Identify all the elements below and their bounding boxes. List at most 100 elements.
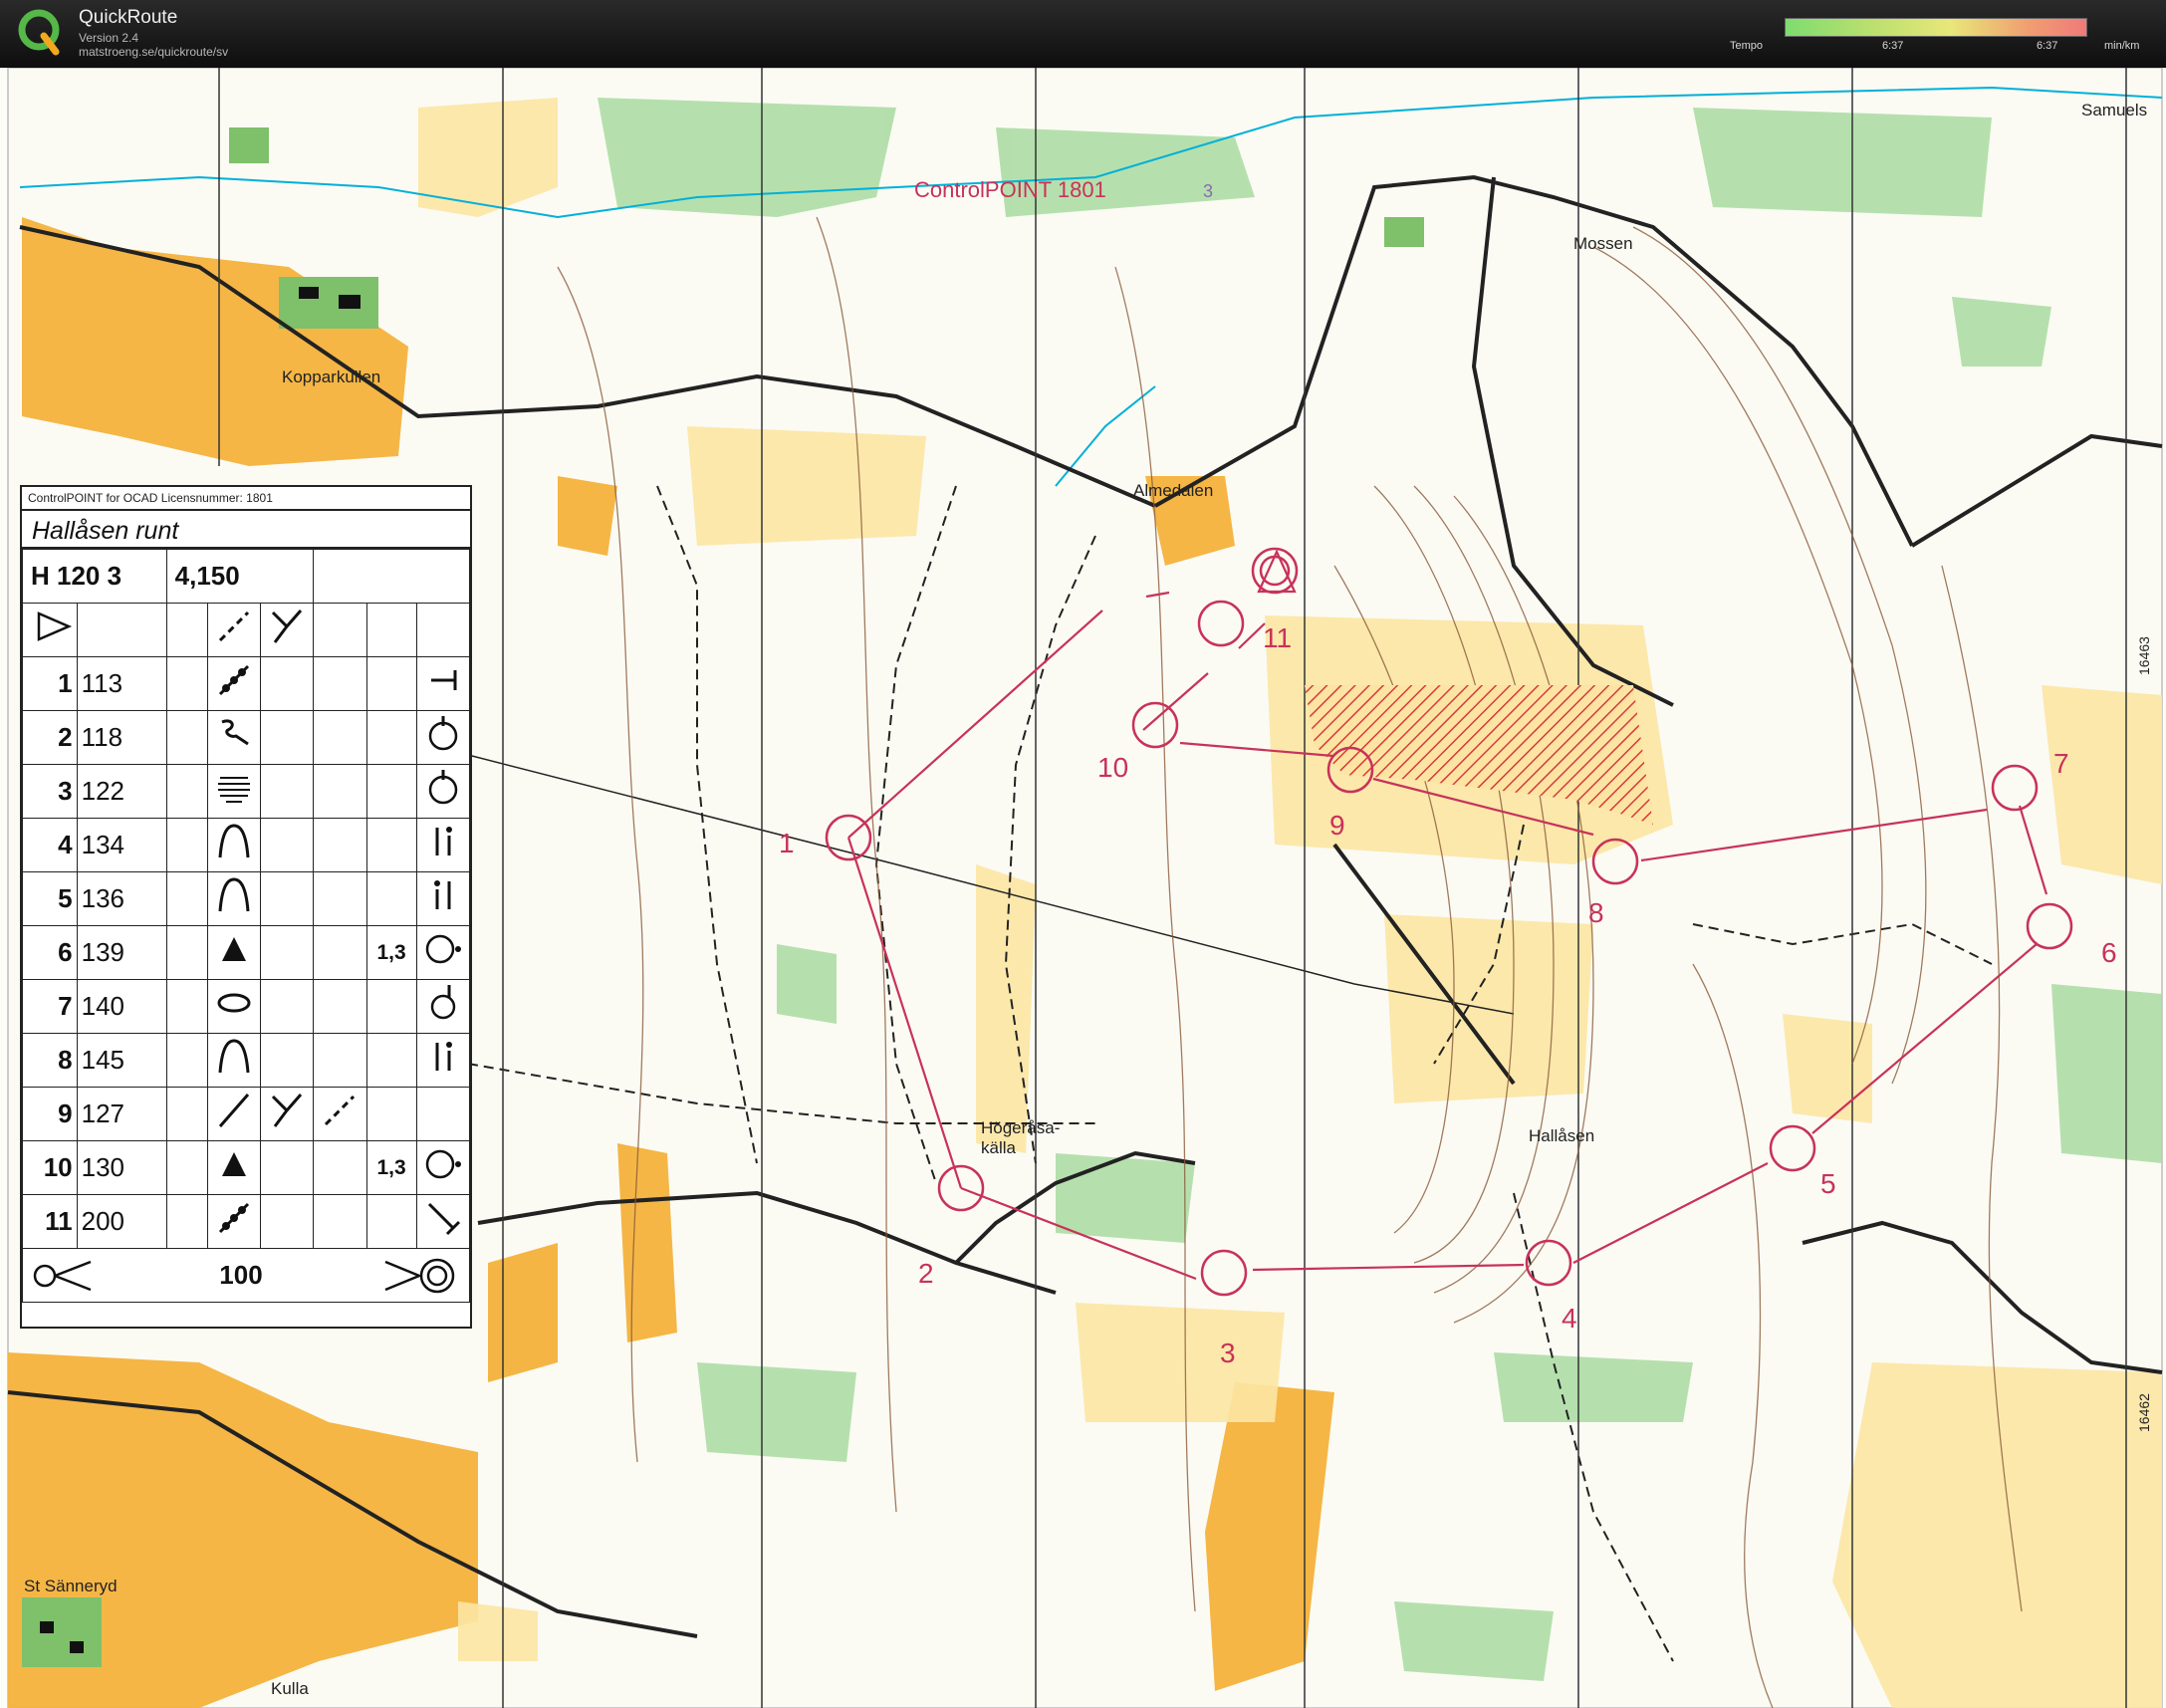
row-code: 127	[76, 1087, 167, 1141]
control-row-9: 9 127	[22, 1087, 471, 1141]
double-bar-icon	[435, 827, 452, 855]
control-row-8: 8 145	[22, 1033, 471, 1088]
row-number: 4	[22, 818, 78, 872]
row-number: 2	[22, 710, 78, 765]
place-hogerasa: Högeråsa-	[981, 1118, 1060, 1137]
row-number: 8	[22, 1033, 78, 1088]
finish-circle-icon	[384, 1258, 455, 1293]
row-code: 134	[76, 818, 167, 872]
finish-distance: 100	[219, 1260, 263, 1290]
control-9-label: 9	[1329, 810, 1345, 841]
finish-row: 100	[22, 1248, 470, 1303]
app-version: Version 2.4	[79, 31, 139, 45]
app-url[interactable]: matstroeng.se/quickroute/sv	[79, 45, 228, 59]
circle-top-icon	[428, 770, 458, 805]
circle-dot-icon	[425, 934, 461, 964]
row-code: 136	[76, 871, 167, 926]
circle-bottom-icon	[430, 985, 456, 1020]
control-row-6: 6 139 1,3	[22, 925, 471, 980]
row-number: 5	[22, 871, 78, 926]
control-5-label: 5	[1820, 1168, 1836, 1199]
row-code: 145	[76, 1033, 167, 1088]
control-row-2: 2 118	[22, 710, 471, 765]
control-11-label: 11	[1263, 622, 1292, 653]
row-number: 10	[22, 1140, 78, 1195]
control-row-4: 4 134	[22, 818, 471, 872]
control-row-3: 3 122	[22, 764, 471, 819]
control-1-label: 1	[779, 828, 795, 858]
dashed-slash-icon	[218, 610, 249, 642]
app-title-bar: QuickRoute Version 2.4 matstroeng.se/qui…	[0, 0, 2166, 68]
place-kalla: källa	[981, 1138, 1017, 1157]
path-fork-icon	[271, 610, 303, 643]
row-code: 113	[76, 656, 167, 711]
double-bar-icon	[435, 1042, 452, 1071]
row-number: 7	[22, 979, 78, 1034]
slash-icon	[218, 1094, 249, 1127]
control-row-1: 1 113	[22, 656, 471, 711]
app-name: QuickRoute	[79, 7, 178, 28]
place-st-sanneryd: St Sänneryd	[24, 1577, 118, 1595]
control-7-label: 7	[2053, 748, 2069, 779]
class-row: H 120 3 4,150	[22, 549, 470, 604]
row-code: 130	[76, 1140, 167, 1195]
place-almedalen: Almedalen	[1133, 481, 1213, 500]
row-code: 118	[76, 710, 167, 765]
place-hallasen: Hallåsen	[1529, 1126, 1594, 1145]
path-fork-icon	[271, 1094, 303, 1127]
triangle-icon	[221, 937, 246, 961]
hill-icon	[218, 1039, 250, 1074]
triangle-icon	[221, 1152, 246, 1176]
circle-top-icon	[428, 716, 458, 751]
stacked-lines-icon	[217, 777, 250, 803]
row-code: 140	[76, 979, 167, 1034]
dashed-slash-icon	[325, 1095, 356, 1126]
tempo-unit: min/km	[2104, 40, 2140, 52]
control-8-label: 8	[1588, 897, 1604, 928]
control-10-label: 10	[1097, 752, 1128, 783]
start-triangle-icon	[37, 611, 72, 641]
row-number: 6	[22, 925, 78, 980]
double-bar-icon	[433, 880, 451, 909]
course-class: H 120 3	[22, 549, 167, 604]
grid-label-16462: 16462	[2136, 1393, 2152, 1432]
control-3-label: 3	[1220, 1338, 1236, 1368]
course-length: 4,150	[165, 549, 315, 604]
row-code: 139	[76, 925, 167, 980]
place-mossen: Mossen	[1573, 234, 1633, 253]
place-kopparkullen: Kopparkullen	[282, 367, 380, 386]
tempo-label: Tempo	[1730, 40, 1764, 52]
row-dimension: 1,3	[365, 925, 417, 980]
row-number: 9	[22, 1087, 78, 1141]
control-description-sheet: ControlPOINT for OCAD Licensnummer: 1801…	[20, 485, 472, 1329]
place-samuels: Samuels	[2081, 101, 2147, 120]
tempo-color-scale[interactable]	[1785, 18, 2087, 37]
control-row-11: 11 200	[22, 1194, 471, 1249]
finish-funnel-start-icon	[33, 1260, 92, 1291]
control-row-10: 10 130 1,3	[22, 1140, 471, 1195]
control-6-label: 6	[2101, 937, 2117, 968]
quickroute-logo-icon	[18, 9, 60, 56]
place-kulla: Kulla	[271, 1679, 309, 1698]
hill-icon	[218, 824, 250, 858]
description-table: H 120 3 4,150 1 113 2 118 3 122 4 134 5 …	[22, 549, 471, 1303]
knoll-row-icon	[218, 1202, 249, 1234]
row-code: 200	[76, 1194, 167, 1249]
circle-dot-icon	[425, 1149, 461, 1179]
row-number: 1	[22, 656, 78, 711]
control-4-label: 4	[1562, 1303, 1577, 1334]
hill-icon	[218, 877, 250, 912]
t-shape-icon	[430, 670, 457, 690]
backslash-t-icon	[427, 1202, 460, 1236]
control-2-label: 2	[918, 1258, 934, 1289]
grid-label-16463: 16463	[2136, 636, 2152, 675]
hook-icon	[221, 719, 249, 746]
start-row	[22, 603, 471, 657]
overprint-title-suffix: 3	[1203, 181, 1213, 201]
row-number: 11	[22, 1194, 78, 1249]
course-name: Hallåsen runt	[22, 509, 470, 549]
description-license-header: ControlPOINT for OCAD Licensnummer: 1801	[28, 491, 273, 505]
row-dimension: 1,3	[365, 1140, 417, 1195]
control-row-7: 7 140	[22, 979, 471, 1034]
tempo-mid-value: 6:37	[1882, 40, 1904, 52]
